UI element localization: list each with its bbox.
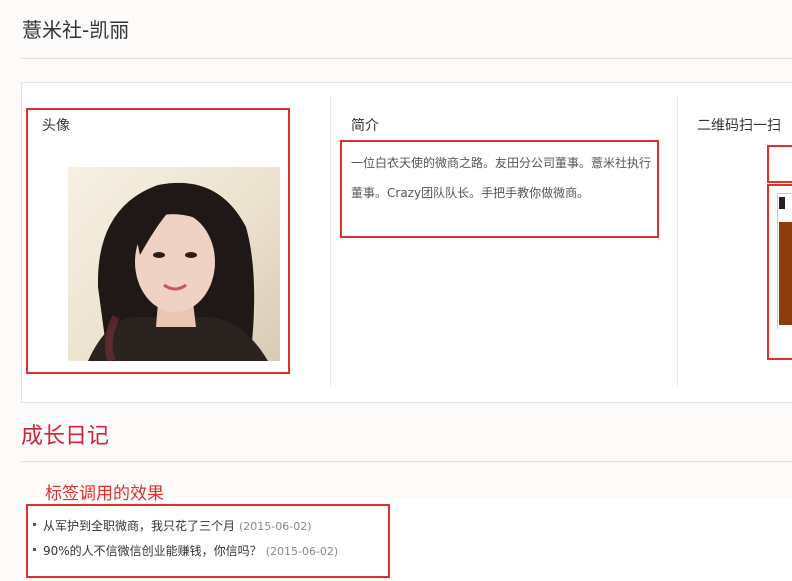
diary-title: 成长日记 (21, 424, 110, 449)
column-divider (677, 96, 678, 386)
qr-code-image-fill (779, 222, 792, 325)
qr-label: 二维码扫一扫 (697, 118, 781, 134)
diary-highlight-box (26, 504, 390, 578)
annotation-text: 标签调用的效果 (45, 484, 164, 504)
qr-highlight-box (767, 145, 792, 183)
intro-label: 简介 (351, 118, 379, 134)
page-title: 薏米社-凯丽 (22, 18, 130, 42)
intro-highlight-box (340, 140, 659, 238)
diary-divider (21, 461, 792, 462)
qr-code-corner (779, 197, 785, 209)
avatar-highlight-box (26, 108, 290, 374)
column-divider (330, 96, 331, 386)
title-divider (21, 58, 792, 59)
